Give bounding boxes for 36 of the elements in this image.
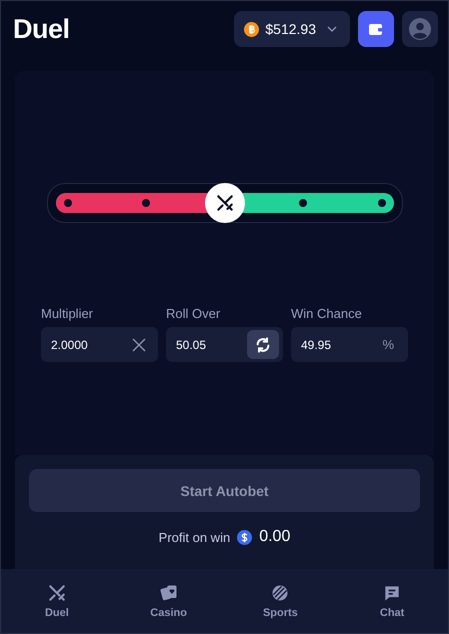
start-autobet-button[interactable]: Start Autobet xyxy=(29,469,420,512)
slider-thumb[interactable] xyxy=(204,183,244,223)
input-field[interactable]: 50.05 xyxy=(176,338,247,352)
input-field[interactable]: 2.0000 xyxy=(41,327,158,362)
tick-mark xyxy=(299,199,307,207)
field-label: Multiplier xyxy=(41,306,94,321)
profit-label: Profit on win xyxy=(158,530,230,544)
input-field[interactable]: 2.0000 xyxy=(51,338,132,352)
nav-item[interactable]: Casino xyxy=(112,569,224,633)
refresh-icon xyxy=(255,336,271,352)
input-field[interactable]: 49.95 % xyxy=(291,327,408,362)
nav-item[interactable]: Sports xyxy=(224,569,336,633)
dollar-coin-icon xyxy=(237,530,252,544)
cards-icon xyxy=(158,583,179,603)
wallet-icon xyxy=(368,22,384,36)
ball-icon xyxy=(270,583,290,603)
nav-item[interactable]: Duel xyxy=(1,569,113,633)
wallet-button[interactable] xyxy=(358,11,394,47)
profile-button[interactable] xyxy=(402,11,438,47)
close-icon[interactable] xyxy=(132,338,146,352)
logo: Duel xyxy=(13,14,71,44)
profit-amount: 0.00 xyxy=(259,528,290,546)
nav-item[interactable]: Chat xyxy=(336,569,448,633)
swords-icon xyxy=(46,583,67,603)
balance-button[interactable]: $512.93 xyxy=(234,11,350,47)
percent-sign: % xyxy=(382,337,394,352)
field-label: Roll Over xyxy=(166,306,222,321)
swap-button[interactable] xyxy=(247,330,279,359)
field-label: Win Chance xyxy=(291,306,363,321)
input-field[interactable]: 50.05 xyxy=(166,327,283,362)
bitcoin-icon xyxy=(244,22,260,36)
slider[interactable] xyxy=(46,183,402,223)
user-icon xyxy=(409,18,431,40)
input-field[interactable]: 49.95 xyxy=(301,338,382,352)
swords-icon xyxy=(214,193,234,213)
tick-mark xyxy=(378,199,386,207)
